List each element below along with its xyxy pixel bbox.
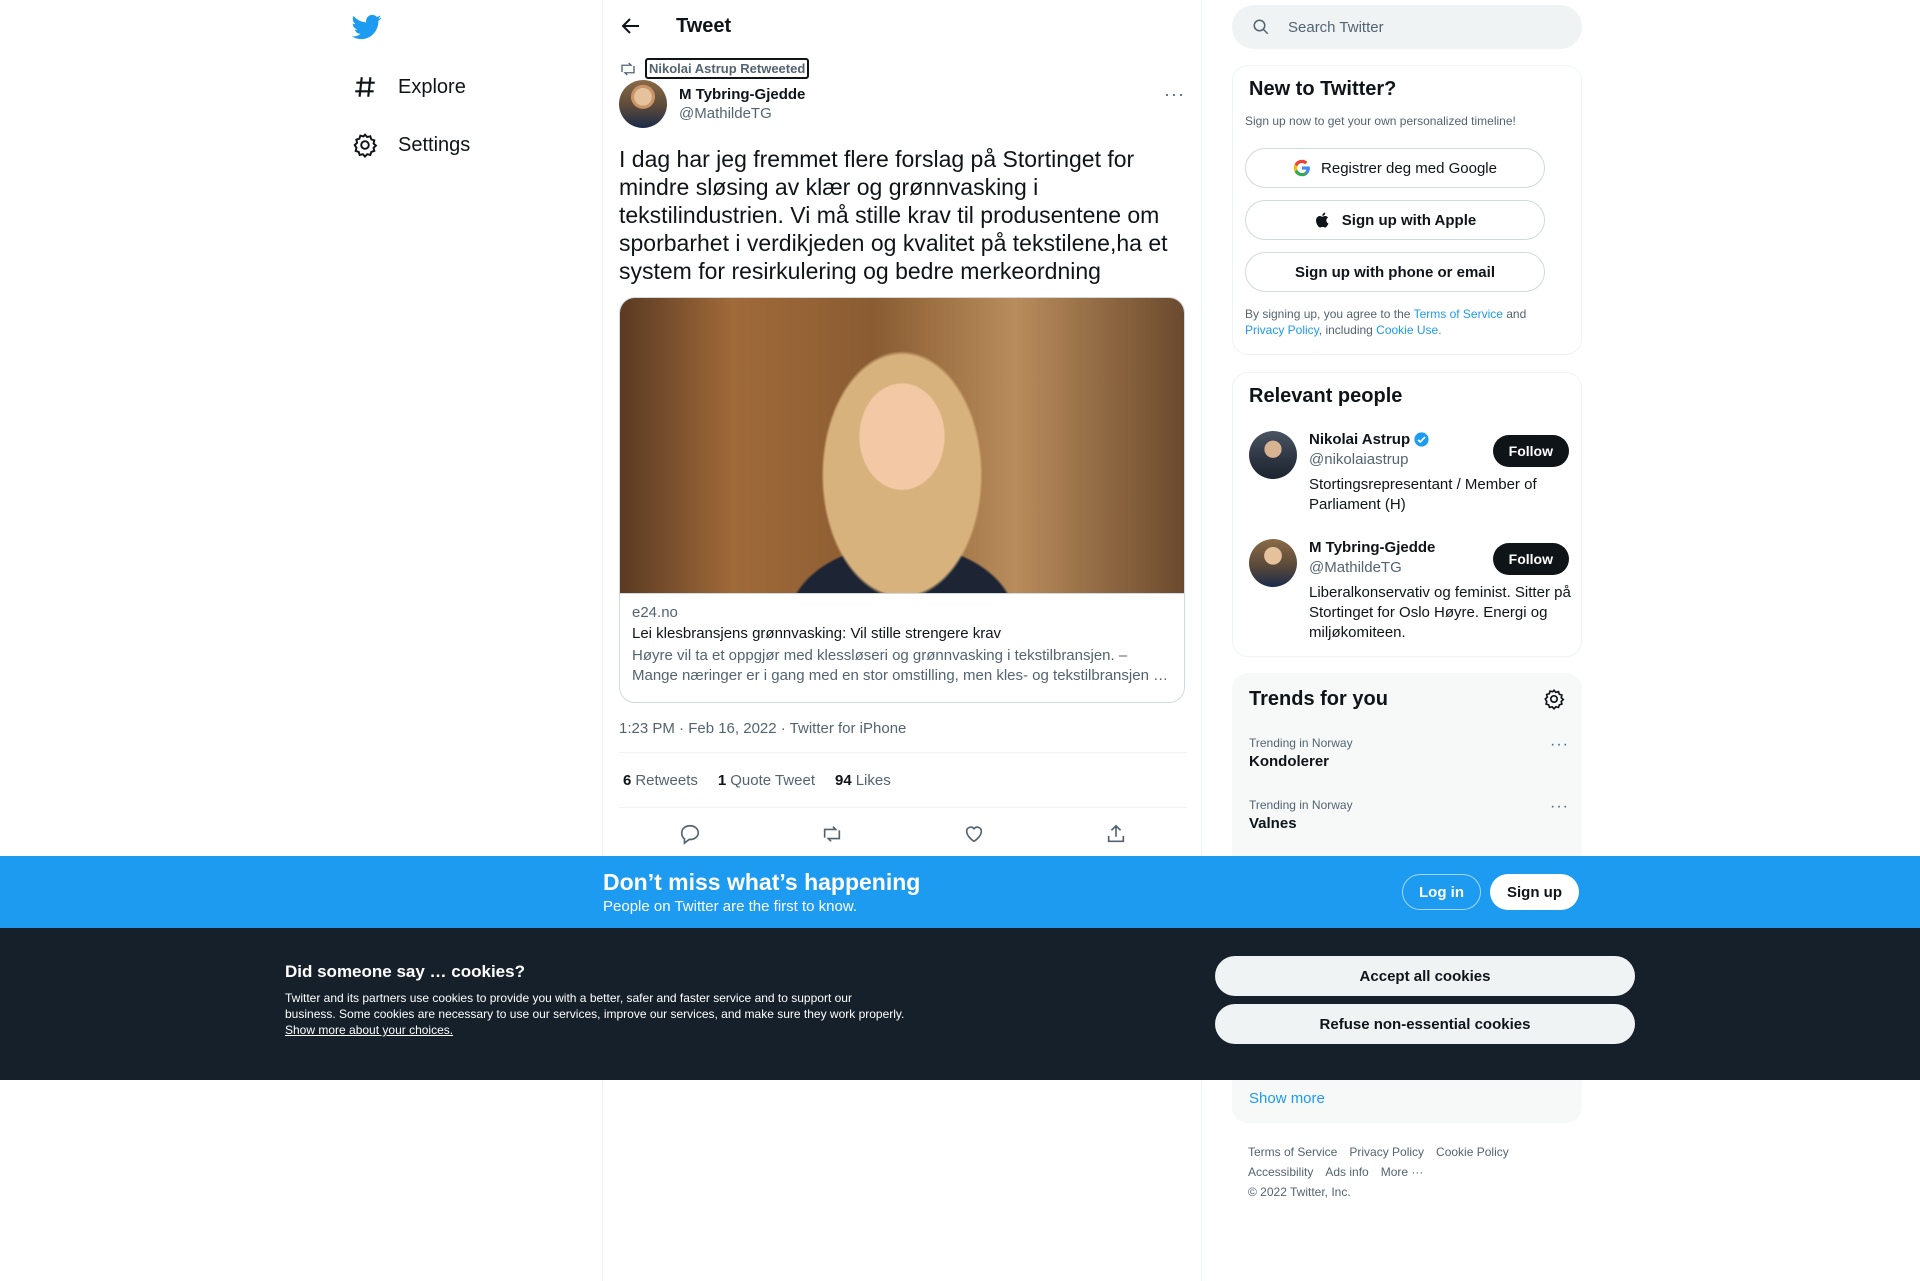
- author-handle[interactable]: @MathildeTG: [679, 105, 805, 122]
- person-bio: Liberalkonservativ og feminist. Sitter p…: [1309, 584, 1571, 641]
- relevant-people-title: Relevant people: [1249, 385, 1403, 407]
- author-name[interactable]: M Tybring-Gjedde: [679, 86, 805, 103]
- signup-banner: Don’t miss what’s happening People on Tw…: [0, 856, 1920, 928]
- trend-name: Valnes: [1249, 815, 1297, 832]
- accept-cookies-button[interactable]: Accept all cookies: [1215, 956, 1635, 996]
- reply-icon[interactable]: [679, 823, 701, 845]
- phone-email-signup-button[interactable]: Sign up with phone or email: [1245, 252, 1545, 292]
- more-options-icon[interactable]: ···: [1164, 84, 1185, 105]
- follow-button[interactable]: Follow: [1492, 543, 1569, 575]
- apple-signup-label: Sign up with Apple: [1341, 211, 1477, 229]
- login-button[interactable]: Log in: [1402, 874, 1481, 910]
- trend-item[interactable]: Trending in Norway Valnes ···: [1249, 798, 1569, 832]
- person-name[interactable]: Nikolai Astrup: [1309, 431, 1410, 448]
- tweet-actions: [619, 816, 1187, 852]
- trend-context: Trending in Norway: [1249, 736, 1353, 750]
- footer-link[interactable]: Ads info: [1325, 1165, 1368, 1179]
- apple-signup-button[interactable]: Sign up with Apple: [1245, 200, 1545, 240]
- cookie-consent-bar: Did someone say … cookies? Twitter and i…: [0, 928, 1920, 1080]
- card-description-line-1: Høyre vil ta et oppgjør med klessløseri …: [632, 647, 1128, 664]
- retweet-context: Nikolai Astrup Retweeted: [619, 58, 810, 79]
- nav-explore-label: Explore: [398, 75, 466, 98]
- nav-settings[interactable]: Settings: [352, 123, 470, 167]
- signup-subtitle: Sign up now to get your own personalized…: [1245, 114, 1516, 128]
- follow-button[interactable]: Follow: [1492, 435, 1569, 467]
- footer-link[interactable]: Privacy Policy: [1349, 1145, 1424, 1159]
- card-description-line-2: Mange næringer er i gang med en stor oms…: [632, 667, 1172, 684]
- verified-badge-icon: [1414, 432, 1429, 447]
- retweets-stat[interactable]: 6 Retweets: [623, 772, 698, 789]
- signup-title: New to Twitter?: [1249, 78, 1397, 100]
- card-title: Lei klesbransjens grønnvasking: Vil stil…: [632, 625, 1002, 642]
- footer-more-link[interactable]: More ···: [1381, 1165, 1424, 1179]
- link-card[interactable]: e24.no Lei klesbransjens grønnvasking: V…: [619, 297, 1185, 703]
- footer-link[interactable]: Accessibility: [1248, 1165, 1313, 1179]
- retweet-icon[interactable]: [821, 823, 843, 845]
- relevant-people-panel: Relevant people Nikolai Astrup @nikolaia…: [1232, 372, 1582, 657]
- refuse-cookies-button[interactable]: Refuse non-essential cookies: [1215, 1004, 1635, 1044]
- tweet-timestamp[interactable]: 1:23 PM · Feb 16, 2022 · Twitter for iPh…: [619, 720, 906, 737]
- footer-link[interactable]: Terms of Service: [1248, 1145, 1337, 1159]
- google-icon: [1293, 159, 1310, 177]
- back-arrow-icon[interactable]: [619, 14, 643, 38]
- tweet-text: I dag har jeg fremmet flere forslag på S…: [619, 146, 1168, 284]
- share-icon[interactable]: [1105, 823, 1127, 845]
- banner-subtitle: People on Twitter are the first to know.: [603, 898, 858, 915]
- trends-title: Trends for you: [1249, 688, 1388, 710]
- gear-icon: [353, 133, 378, 158]
- signup-panel: New to Twitter? Sign up now to get your …: [1232, 65, 1582, 355]
- show-more-link[interactable]: Show more: [1249, 1090, 1325, 1107]
- trend-item[interactable]: Trending in Norway Kondolerer ···: [1249, 736, 1569, 770]
- more-options-icon[interactable]: ···: [1550, 736, 1569, 754]
- avatar[interactable]: [1249, 539, 1297, 587]
- trend-name: Kondolerer: [1249, 753, 1330, 770]
- likes-stat[interactable]: 94 Likes: [835, 772, 891, 789]
- gear-icon[interactable]: [1543, 688, 1565, 710]
- nav-settings-label: Settings: [398, 133, 471, 156]
- card-domain: e24.no: [632, 604, 678, 621]
- twitter-logo-icon[interactable]: [352, 12, 382, 42]
- apple-icon: [1315, 212, 1329, 228]
- person-handle[interactable]: @nikolaiastrup: [1309, 451, 1408, 468]
- privacy-link[interactable]: Privacy Policy: [1245, 323, 1319, 337]
- person-handle[interactable]: @MathildeTG: [1309, 559, 1402, 576]
- hashtag-icon: [355, 77, 375, 97]
- avatar[interactable]: [1249, 431, 1297, 479]
- cookie-description: Twitter and its partners use cookies to …: [285, 991, 905, 1037]
- cookie-title: Did someone say … cookies?: [285, 962, 525, 981]
- footer-link[interactable]: Cookie Policy: [1436, 1145, 1509, 1159]
- nav-explore[interactable]: Explore: [352, 65, 466, 109]
- tweet-stats: 6 Retweets 1 Quote Tweet 94 Likes: [619, 752, 1187, 808]
- card-image: [620, 298, 1184, 594]
- search-icon: [1253, 19, 1269, 35]
- more-options-icon[interactable]: ···: [1550, 798, 1569, 816]
- person-bio: Stortingsrepresentant / Member of Parlia…: [1309, 476, 1537, 513]
- search-box[interactable]: [1232, 5, 1582, 49]
- avatar[interactable]: [619, 80, 667, 128]
- cookie-use-link[interactable]: Cookie Use.: [1376, 323, 1441, 337]
- signup-legal-text: By signing up, you agree to the Terms of…: [1245, 307, 1527, 337]
- tweet-column: Tweet Nikolai Astrup Retweeted M Tybring…: [602, 0, 1202, 1281]
- page-title: Tweet: [676, 15, 732, 37]
- google-signup-button[interactable]: Registrer deg med Google: [1245, 148, 1545, 188]
- retweeted-by-link[interactable]: Nikolai Astrup Retweeted: [645, 58, 810, 79]
- trend-context: Trending in Norway: [1249, 798, 1353, 812]
- quotes-stat[interactable]: 1 Quote Tweet: [718, 772, 815, 789]
- copyright: © 2022 Twitter, Inc.: [1248, 1185, 1351, 1199]
- google-signup-label: Registrer deg med Google: [1321, 159, 1497, 177]
- terms-link[interactable]: Terms of Service: [1414, 307, 1503, 321]
- retweet-icon: [621, 62, 635, 75]
- signup-button[interactable]: Sign up: [1490, 874, 1579, 910]
- person-name[interactable]: M Tybring-Gjedde: [1309, 539, 1435, 556]
- tweet-author[interactable]: M Tybring-Gjedde @MathildeTG: [619, 80, 805, 128]
- like-heart-icon[interactable]: [963, 823, 985, 845]
- banner-title: Don’t miss what’s happening: [603, 869, 921, 895]
- cookie-choices-link[interactable]: Show more about your choices.: [285, 1023, 453, 1037]
- search-input[interactable]: [1288, 18, 1568, 36]
- sidebar-footer: Terms of Service Privacy Policy Cookie Pol…: [1248, 1142, 1578, 1202]
